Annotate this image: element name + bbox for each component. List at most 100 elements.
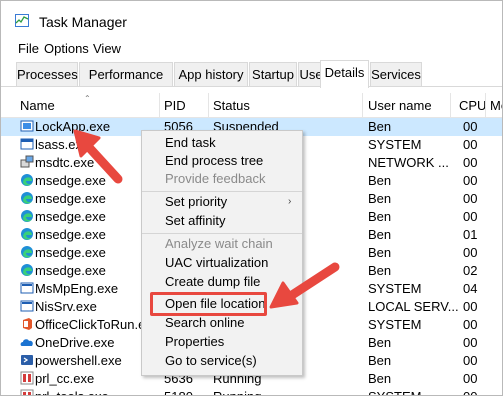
process-user: Ben [368, 173, 392, 188]
menu-separator [142, 233, 302, 234]
sort-up-icon: ⌃ [84, 94, 91, 103]
process-cpu: 00 [463, 155, 478, 170]
menu-item-provide-feedback: Provide feedback [165, 171, 266, 186]
edge-icon [21, 174, 33, 186]
menu-item-search-online[interactable]: Search online [165, 315, 245, 330]
process-name: prl_tools.exe [35, 389, 109, 395]
tab-strip: Processes Performance App history Startu… [16, 60, 502, 88]
column-cpu[interactable]: CPU [459, 98, 486, 113]
process-pid: 5180 [164, 389, 193, 395]
process-user: SYSTEM [368, 281, 422, 296]
process-cpu: 00 [463, 299, 478, 314]
onedrive-icon [20, 339, 33, 346]
process-cpu: 00 [463, 317, 478, 332]
parallels-icon [20, 389, 34, 395]
menu-bar: File Options View [1, 39, 502, 59]
process-user: Ben [368, 209, 392, 224]
office-icon [23, 318, 32, 330]
process-user: SYSTEM [368, 389, 421, 395]
submenu-chevron-icon: › [288, 196, 292, 207]
column-divider[interactable] [159, 93, 160, 117]
tab-services[interactable]: Services [370, 62, 422, 86]
process-user: SYSTEM [368, 137, 422, 152]
process-cpu: 00 [463, 335, 478, 350]
task-manager-app-icon [15, 14, 29, 27]
arrow-pointing-open-file-location-icon [269, 262, 340, 309]
process-cpu: 00 [463, 245, 478, 260]
table-row[interactable]: prl_tools.exe 5180 Running SYSTEM 00 [1, 388, 502, 395]
process-name: OneDrive.exe [35, 335, 115, 350]
process-cpu: 00 [463, 389, 477, 395]
tab-performance[interactable]: Performance [79, 62, 173, 86]
tab-details[interactable]: Details [320, 60, 369, 88]
menu-item-properties[interactable]: Properties [165, 334, 224, 349]
process-name: MsMpEng.exe [35, 281, 119, 296]
process-user: Ben [368, 263, 392, 278]
process-cpu: 01 [463, 227, 478, 242]
process-user: Ben [368, 191, 392, 206]
edge-icon [21, 264, 33, 276]
menu-item-end-task[interactable]: End task [165, 135, 216, 150]
system-process-icon [20, 138, 34, 150]
process-cpu: 00 [463, 209, 478, 224]
edge-icon [21, 210, 33, 222]
column-name[interactable]: Name [20, 98, 55, 113]
process-user: SYSTEM [368, 317, 422, 332]
column-divider[interactable] [208, 93, 209, 117]
process-user: Ben [368, 227, 392, 242]
highlight-box [150, 292, 267, 316]
edge-icon [21, 228, 33, 240]
menu-separator [142, 191, 302, 192]
column-divider[interactable] [362, 93, 363, 117]
lockapp-icon [20, 120, 34, 132]
process-name: msedge.exe [35, 227, 106, 242]
column-pid[interactable]: PID [164, 98, 186, 113]
context-menu: End task End process tree Provide feedback… [141, 130, 303, 376]
msdtc-icon [20, 155, 34, 168]
menu-item-set-affinity[interactable]: Set affinity [165, 213, 225, 228]
process-cpu: 00 [463, 137, 478, 152]
tab-app-history[interactable]: App history [174, 62, 248, 86]
arrow-pointing-lockapp-icon [73, 129, 123, 184]
powershell-icon [21, 355, 33, 365]
menu-file[interactable]: File [18, 41, 39, 56]
menu-options[interactable]: Options [44, 41, 89, 56]
table-header: ⌃ Name PID Status User name CPU Me [1, 93, 502, 118]
defender-icon [20, 300, 34, 312]
process-name: msedge.exe [35, 209, 106, 224]
process-cpu: 00 [463, 119, 478, 134]
menu-item-set-priority[interactable]: Set priority [165, 194, 227, 209]
defender-icon [20, 282, 34, 294]
process-cpu: 00 [463, 353, 478, 368]
process-cpu: 04 [463, 281, 478, 296]
process-user: Ben [368, 119, 392, 134]
menu-item-create-dump-file[interactable]: Create dump file [165, 274, 260, 289]
process-cpu: 00 [463, 173, 478, 188]
tab-processes[interactable]: Processes [16, 62, 78, 86]
process-user: Ben [368, 335, 392, 350]
edge-icon [21, 192, 33, 204]
column-divider[interactable] [450, 93, 451, 117]
menu-item-end-process-tree[interactable]: End process tree [165, 153, 263, 168]
column-memory[interactable]: Me [490, 98, 502, 113]
process-user: NETWORK ... [368, 155, 449, 170]
task-manager-window: Task Manager File Options View Processes… [0, 0, 503, 396]
process-user: LOCAL SERV... [368, 299, 459, 314]
menu-item-uac-virtualization[interactable]: UAC virtualization [165, 255, 268, 270]
process-status: Running [213, 389, 261, 395]
process-name: powershell.exe [35, 353, 122, 368]
process-name: msedge.exe [35, 245, 106, 260]
column-status[interactable]: Status [213, 98, 250, 113]
process-name: NisSrv.exe [35, 299, 97, 314]
process-user: Ben [368, 371, 392, 386]
column-divider[interactable] [485, 93, 486, 117]
menu-item-analyze-wait-chain: Analyze wait chain [165, 236, 273, 251]
process-cpu: 02 [463, 263, 478, 278]
menu-view[interactable]: View [93, 41, 121, 56]
process-user: Ben [368, 353, 392, 368]
window-title: Task Manager [39, 14, 127, 30]
column-user-name[interactable]: User name [368, 98, 432, 113]
menu-item-go-to-service-s[interactable]: Go to service(s) [165, 353, 257, 368]
tab-startup[interactable]: Startup [249, 62, 297, 86]
title-bar: Task Manager [1, 1, 502, 35]
